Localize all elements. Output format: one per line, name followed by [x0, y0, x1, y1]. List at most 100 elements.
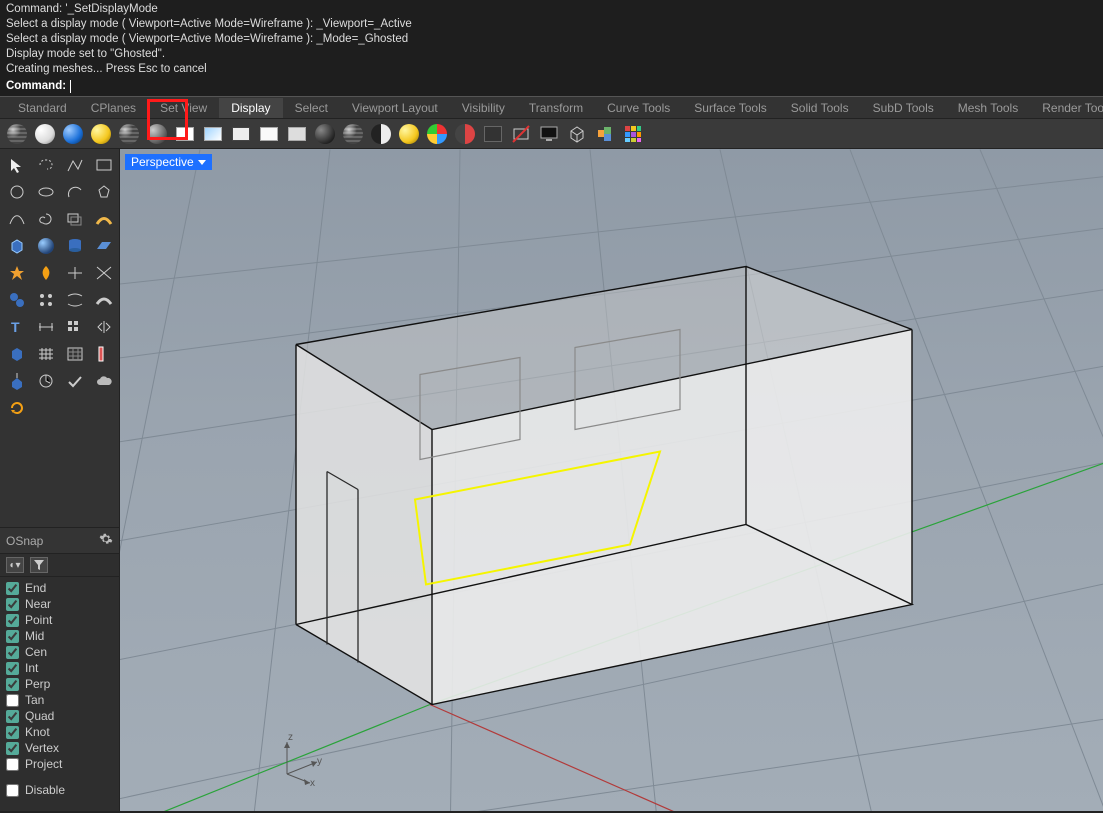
tab-transform[interactable]: Transform [517, 98, 595, 118]
half-shade-icon[interactable] [368, 121, 394, 147]
command-history-line: Display mode set to "Ghosted". [6, 47, 1097, 62]
group-dots-icon[interactable] [32, 287, 60, 313]
tab-select[interactable]: Select [283, 98, 340, 118]
curve-icon[interactable] [3, 206, 31, 232]
tab-subd-tools[interactable]: SubD Tools [861, 98, 946, 118]
tab-mesh-tools[interactable]: Mesh Tools [946, 98, 1030, 118]
pipe-icon[interactable] [90, 287, 118, 313]
array-icon[interactable] [61, 314, 89, 340]
move-solid-icon[interactable] [3, 341, 31, 367]
color-swatch-icon[interactable] [424, 121, 450, 147]
osnap-filter-icon[interactable] [30, 557, 48, 573]
hide-geometry-icon[interactable] [508, 121, 534, 147]
ghosted-mode-icon[interactable] [116, 121, 142, 147]
arctic-mode-icon[interactable] [256, 121, 282, 147]
extrude-icon[interactable] [3, 368, 31, 394]
monitor-icon[interactable] [536, 121, 562, 147]
plane-icon[interactable] [90, 233, 118, 259]
osnap-item-point[interactable]: Point [6, 613, 113, 627]
mirror-icon[interactable] [90, 314, 118, 340]
osnap-item-project[interactable]: Project [6, 757, 113, 771]
split-icon[interactable] [90, 260, 118, 286]
tab-cplanes[interactable]: CPlanes [79, 98, 148, 118]
placeholder-icon[interactable] [90, 395, 118, 421]
pen-mode-icon[interactable] [228, 121, 254, 147]
box-icon[interactable] [3, 233, 31, 259]
grid-align-icon[interactable] [32, 341, 60, 367]
swatch-grid-icon[interactable] [620, 121, 646, 147]
osnap-item-knot[interactable]: Knot [6, 725, 113, 739]
osnap-item-perp[interactable]: Perp [6, 677, 113, 691]
ellipse-icon[interactable] [32, 179, 60, 205]
sphere-icon[interactable] [32, 233, 60, 259]
rendered-yellow-mode-icon[interactable] [88, 121, 114, 147]
arc-icon[interactable] [61, 179, 89, 205]
join-icon[interactable] [3, 287, 31, 313]
osnap-item-vertex[interactable]: Vertex [6, 741, 113, 755]
offset-icon[interactable] [61, 206, 89, 232]
loft-icon[interactable] [61, 287, 89, 313]
sweep-icon[interactable] [90, 206, 118, 232]
ground-plane-icon[interactable] [480, 121, 506, 147]
trim-icon[interactable] [61, 260, 89, 286]
tab-surface-tools[interactable]: Surface Tools [682, 98, 779, 118]
flat-shade-icon[interactable] [312, 121, 338, 147]
command-input[interactable] [71, 79, 1097, 94]
xray-mode-icon[interactable] [144, 121, 170, 147]
viewport-label[interactable]: Perspective [125, 154, 212, 170]
technical-mode-icon[interactable] [172, 121, 198, 147]
osnap-item-mid[interactable]: Mid [6, 629, 113, 643]
osnap-item-disable[interactable]: Disable [6, 783, 113, 797]
pointer-icon[interactable] [3, 152, 31, 178]
quadrant-red-icon[interactable] [452, 121, 478, 147]
svg-text:T: T [11, 319, 20, 335]
placeholder-icon[interactable] [32, 395, 60, 421]
polyline-icon[interactable] [61, 152, 89, 178]
wireframe-mode-icon[interactable] [4, 121, 30, 147]
rotate-icon[interactable] [3, 395, 31, 421]
command-prompt[interactable]: Command: [6, 79, 1097, 94]
tab-viewport-layout[interactable]: Viewport Layout [340, 98, 450, 118]
placeholder-icon[interactable] [61, 395, 89, 421]
flame-icon[interactable] [32, 260, 60, 286]
tab-standard[interactable]: Standard [6, 98, 79, 118]
env-yellow-icon[interactable] [396, 121, 422, 147]
lasso-icon[interactable] [32, 152, 60, 178]
gear-icon[interactable] [99, 532, 113, 549]
tab-solid-tools[interactable]: Solid Tools [779, 98, 861, 118]
explode-icon[interactable] [3, 260, 31, 286]
osnap-item-end[interactable]: End [6, 581, 113, 595]
tab-render-tools[interactable]: Render Tools [1030, 98, 1103, 118]
analyze-icon[interactable] [32, 368, 60, 394]
raytraced-mode-icon[interactable] [284, 121, 310, 147]
dimension-icon[interactable] [32, 314, 60, 340]
viewport-scene [120, 149, 1103, 811]
cloud-icon[interactable] [90, 368, 118, 394]
tab-visibility[interactable]: Visibility [450, 98, 517, 118]
osnap-item-quad[interactable]: Quad [6, 709, 113, 723]
measure-icon[interactable] [90, 341, 118, 367]
osnap-item-near[interactable]: Near [6, 597, 113, 611]
tab-set-view[interactable]: Set View [148, 98, 219, 118]
osnap-item-tan[interactable]: Tan [6, 693, 113, 707]
tab-curve-tools[interactable]: Curve Tools [595, 98, 682, 118]
shade-toggle-icon[interactable] [340, 121, 366, 147]
circle-icon[interactable] [3, 179, 31, 205]
check-icon[interactable] [61, 368, 89, 394]
rendered-mode-icon[interactable] [60, 121, 86, 147]
cylinder-icon[interactable] [61, 233, 89, 259]
spiral-icon[interactable] [32, 206, 60, 232]
box-wire-icon[interactable] [564, 121, 590, 147]
polygon-icon[interactable] [90, 179, 118, 205]
tab-display[interactable]: Display [219, 98, 282, 118]
viewport[interactable]: Perspective [120, 149, 1103, 811]
rectangle-icon[interactable] [90, 152, 118, 178]
group-icon[interactable] [592, 121, 618, 147]
shaded-mode-icon[interactable] [32, 121, 58, 147]
text-icon[interactable]: T [3, 314, 31, 340]
artistic-mode-icon[interactable] [200, 121, 226, 147]
osnap-dropdown-icon[interactable]: ◐▾ [6, 557, 24, 573]
osnap-item-cen[interactable]: Cen [6, 645, 113, 659]
osnap-item-int[interactable]: Int [6, 661, 113, 675]
snap-grid-icon[interactable] [61, 341, 89, 367]
